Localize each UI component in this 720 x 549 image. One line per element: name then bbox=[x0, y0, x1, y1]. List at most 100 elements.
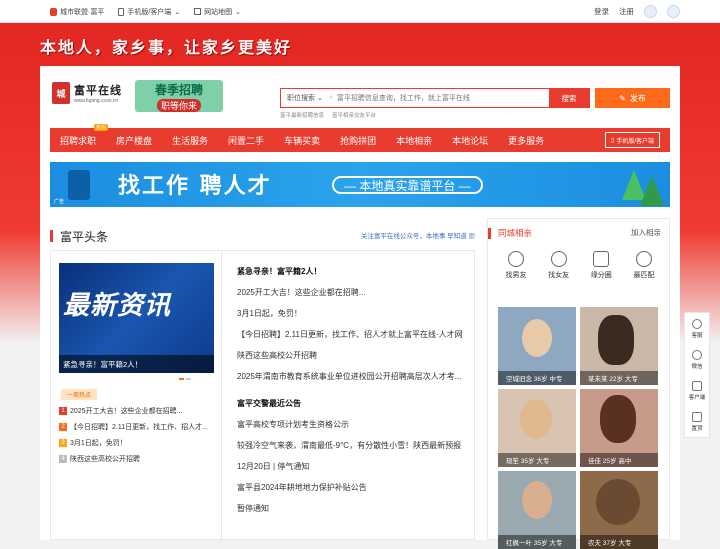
carousel-dot[interactable] bbox=[179, 378, 184, 380]
news-item[interactable]: 陕西这些高校公开招聘 bbox=[237, 345, 467, 366]
fate-circle-button[interactable]: 缘分圈 bbox=[581, 251, 621, 280]
profile-photo bbox=[522, 481, 552, 519]
sitemap-icon bbox=[194, 8, 202, 15]
back-to-top-button[interactable]: 置顶 bbox=[691, 406, 703, 437]
news-item[interactable]: 富平交警最近公告 bbox=[237, 393, 467, 414]
join-dating-link[interactable]: 加入相亲 bbox=[631, 227, 661, 238]
app-button[interactable]: 客户端 bbox=[689, 375, 705, 406]
news-item[interactable]: 暂停通知 bbox=[237, 498, 467, 519]
post-button[interactable]: ✎ 发布 bbox=[595, 88, 670, 108]
circle-icon bbox=[593, 251, 610, 267]
hot-link[interactable]: 富平相亲交友平台 bbox=[332, 111, 376, 119]
profile-card[interactable]: 佳佳 25岁 高中 bbox=[580, 389, 658, 467]
ad-figure-image bbox=[68, 170, 90, 200]
logo-mark-icon: 城 bbox=[52, 82, 70, 104]
nav-item-life[interactable]: 生活服务 bbox=[162, 128, 218, 152]
dating-title: 同城相亲 bbox=[498, 228, 533, 238]
logo-name: 富平在线 bbox=[74, 84, 122, 97]
profile-caption: 红枫一叶 35岁 大专 bbox=[498, 535, 576, 549]
city-switch[interactable]: 城市联盟·富平 bbox=[50, 7, 104, 17]
wechat-button[interactable]: 微信 bbox=[691, 344, 703, 375]
search-input[interactable] bbox=[336, 90, 549, 106]
slogan: 本地人，家乡事，让家乡更美好 bbox=[40, 38, 293, 57]
profile-caption: 佳佳 25岁 高中 bbox=[580, 453, 658, 467]
divider bbox=[221, 251, 222, 541]
nav-item-housing[interactable]: 房产楼盘 bbox=[106, 128, 162, 152]
service-button[interactable]: 客服 bbox=[691, 313, 703, 344]
nav-mobile-button[interactable]: ▯ 手机版/客户端 bbox=[605, 132, 660, 148]
search-icon: ⌕ bbox=[329, 94, 333, 101]
hot-item[interactable]: 1 2025开工大吉！这些企业都在招聘... bbox=[59, 403, 214, 419]
news-item[interactable]: 紧急寻亲！富平籍2人！ bbox=[237, 261, 467, 282]
profile-card[interactable]: 现笙 35岁 大专 bbox=[498, 389, 576, 467]
carousel-dot[interactable] bbox=[186, 378, 191, 380]
spring-recruit-promo[interactable]: 春季招聘 职等你来 bbox=[135, 80, 223, 112]
profile-card[interactable]: 空城旧念 36岁 中专 bbox=[498, 307, 576, 385]
news-item[interactable]: 富平高校专项计划考生资格公示 bbox=[237, 414, 467, 435]
headlines-header: 富平头条 关注富平在线公众号，本地事 早知道 ▦ bbox=[50, 228, 475, 244]
search-category-select[interactable]: 职位搜索 ⌄ bbox=[281, 93, 329, 103]
main-nav: 招聘求职 热招 房产楼盘 生活服务 闲置二手 车辆买卖 抢购拼团 本地相亲 本地论… bbox=[50, 124, 670, 152]
rank-number: 2 bbox=[59, 423, 67, 431]
news-item[interactable]: 2025年渭南市教育系统事业单位进校园公开招聘高层次人才考... bbox=[237, 366, 467, 387]
nav-item-secondhand[interactable]: 闲置二手 bbox=[218, 128, 274, 152]
sitemap-link[interactable]: 网站地图 ⌄ bbox=[194, 7, 241, 17]
message-icon[interactable] bbox=[644, 5, 657, 18]
profile-card[interactable]: 某未某 22岁 大专 bbox=[580, 307, 658, 385]
hot-item[interactable]: 4 陕西这些高校公开招聘 bbox=[59, 451, 214, 467]
ad-headline: 找工作 聘人才 bbox=[118, 174, 272, 199]
register-link[interactable]: 注册 bbox=[619, 6, 634, 17]
female-icon bbox=[550, 251, 567, 267]
news-item[interactable]: 3月1日起，免罚！ bbox=[237, 303, 467, 324]
ad-tree-image bbox=[640, 176, 664, 206]
section-bar bbox=[50, 230, 53, 242]
rank-number: 1 bbox=[59, 407, 67, 415]
site-logo[interactable]: 城 富平在线 www.fuping.ccoo.cn bbox=[52, 80, 128, 106]
feature-image[interactable]: 最新资讯 紧急寻亲！富平籍2人！ bbox=[59, 263, 214, 373]
dating-header: 同城相亲 加入相亲 bbox=[488, 225, 671, 241]
news-item[interactable]: 2025开工大吉！这些企业都在招聘... bbox=[237, 282, 467, 303]
logo-url: www.fuping.ccoo.cn bbox=[74, 98, 119, 104]
hot-link[interactable]: 富平最新招聘信息 bbox=[280, 111, 324, 119]
phone-icon: ▯ bbox=[611, 137, 615, 144]
news-item[interactable]: 12月20日 | 停气通知 bbox=[237, 456, 467, 477]
nav-item-groupbuy[interactable]: 抢购拼团 bbox=[330, 128, 386, 152]
search-button[interactable]: 搜索 bbox=[549, 88, 589, 108]
promo-sub: 职等你来 bbox=[156, 98, 201, 112]
news-item[interactable]: 较强冷空气来袭，渭南最低-9°C，有分散性小雪！陕西最新预报 bbox=[237, 435, 467, 456]
profile-card[interactable]: 红枫一叶 35岁 大专 bbox=[498, 471, 576, 549]
user-icon[interactable] bbox=[667, 5, 680, 18]
headlines-box: 最新资讯 紧急寻亲！富平籍2人！ 一周热点 1 2025开工大吉！这些企业都在招聘… bbox=[50, 250, 475, 541]
profile-caption: 农夫 37岁 大专 bbox=[580, 535, 658, 549]
qrcode-icon bbox=[691, 380, 702, 391]
floating-toolbar: 客服 微信 客户端 置顶 bbox=[684, 312, 710, 438]
edit-icon: ✎ bbox=[619, 93, 626, 103]
hot-item[interactable]: 2 【今日招聘】2.11日更新，找工作、招人才... bbox=[59, 419, 214, 435]
login-link[interactable]: 登录 bbox=[594, 6, 609, 17]
find-girlfriend-button[interactable]: 找女友 bbox=[539, 251, 579, 280]
top-icon bbox=[691, 411, 702, 422]
follow-wechat-link[interactable]: 关注富平在线公众号，本地事 早知道 ▦ bbox=[361, 230, 475, 240]
nav-item-more[interactable]: 更多服务 bbox=[498, 128, 554, 152]
nav-item-cars[interactable]: 车辆买卖 bbox=[274, 128, 330, 152]
find-boyfriend-button[interactable]: 找男友 bbox=[496, 251, 536, 280]
best-match-button[interactable]: 最匹配 bbox=[624, 251, 664, 280]
ad-tag: 广告 bbox=[54, 199, 65, 205]
feature-image-text: 最新资讯 bbox=[63, 290, 172, 320]
news-item[interactable]: 【今日招聘】2.11日更新，找工作、招人才就上富平在线·人才网 bbox=[237, 324, 467, 345]
wechat-icon bbox=[691, 349, 702, 360]
mobile-link[interactable]: 手机版/客户端 ⌄ bbox=[118, 7, 180, 17]
nav-item-jobs[interactable]: 招聘求职 热招 bbox=[50, 124, 109, 152]
news-item[interactable]: 富平县2024年耕地地力保护补贴公告 bbox=[237, 477, 467, 498]
search-box: 职位搜索 ⌄ ⌕ 搜索 bbox=[280, 88, 590, 108]
target-icon bbox=[635, 251, 652, 267]
nav-item-forum[interactable]: 本地论坛 bbox=[442, 128, 498, 152]
service-icon bbox=[691, 318, 702, 329]
ad-banner[interactable]: 找工作 聘人才 — 本地真实靠谱平台 — 广告 bbox=[50, 162, 670, 207]
nav-item-dating[interactable]: 本地相亲 bbox=[386, 128, 442, 152]
male-icon bbox=[508, 251, 524, 267]
hot-item[interactable]: 3 3月1日起，免罚！ bbox=[59, 435, 214, 451]
profile-caption: 某未某 22岁 大专 bbox=[580, 371, 658, 385]
location-icon bbox=[50, 7, 57, 16]
profile-card[interactable]: 农夫 37岁 大专 bbox=[580, 471, 658, 549]
